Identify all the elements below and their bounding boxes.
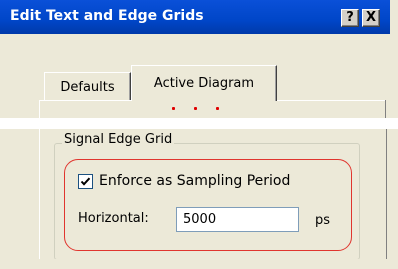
dialog-title: Edit Text and Edge Grids <box>10 8 204 24</box>
tab-defaults[interactable]: Defaults <box>44 72 131 101</box>
unit-label: ps <box>315 213 331 228</box>
enforce-sampling-label[interactable]: Enforce as Sampling Period <box>99 173 290 189</box>
horizontal-label: Horizontal: <box>78 211 149 226</box>
tab-panel-border-left <box>39 100 40 120</box>
edit-text-edge-grids-dialog: Edit Text and Edge Grids ? X Defaults Ac… <box>0 0 398 269</box>
dialog-bottom-edge <box>0 259 398 269</box>
tab-active-diagram-label: Active Diagram <box>153 76 255 91</box>
horizontal-input[interactable] <box>176 207 299 232</box>
enforce-sampling-checkbox[interactable] <box>78 174 93 189</box>
tab-panel-border-right <box>385 100 386 120</box>
close-button[interactable]: X <box>362 9 380 27</box>
tab-defaults-label: Defaults <box>60 80 115 95</box>
title-bar[interactable]: Edit Text and Edge Grids ? X <box>0 0 390 34</box>
crop-marker <box>172 105 252 113</box>
signal-edge-grid-label: Signal Edge Grid <box>62 132 175 147</box>
help-button[interactable]: ? <box>341 9 359 27</box>
crop-gap <box>0 118 398 129</box>
tab-active-diagram[interactable]: Active Diagram <box>131 65 277 101</box>
check-icon <box>80 177 91 186</box>
